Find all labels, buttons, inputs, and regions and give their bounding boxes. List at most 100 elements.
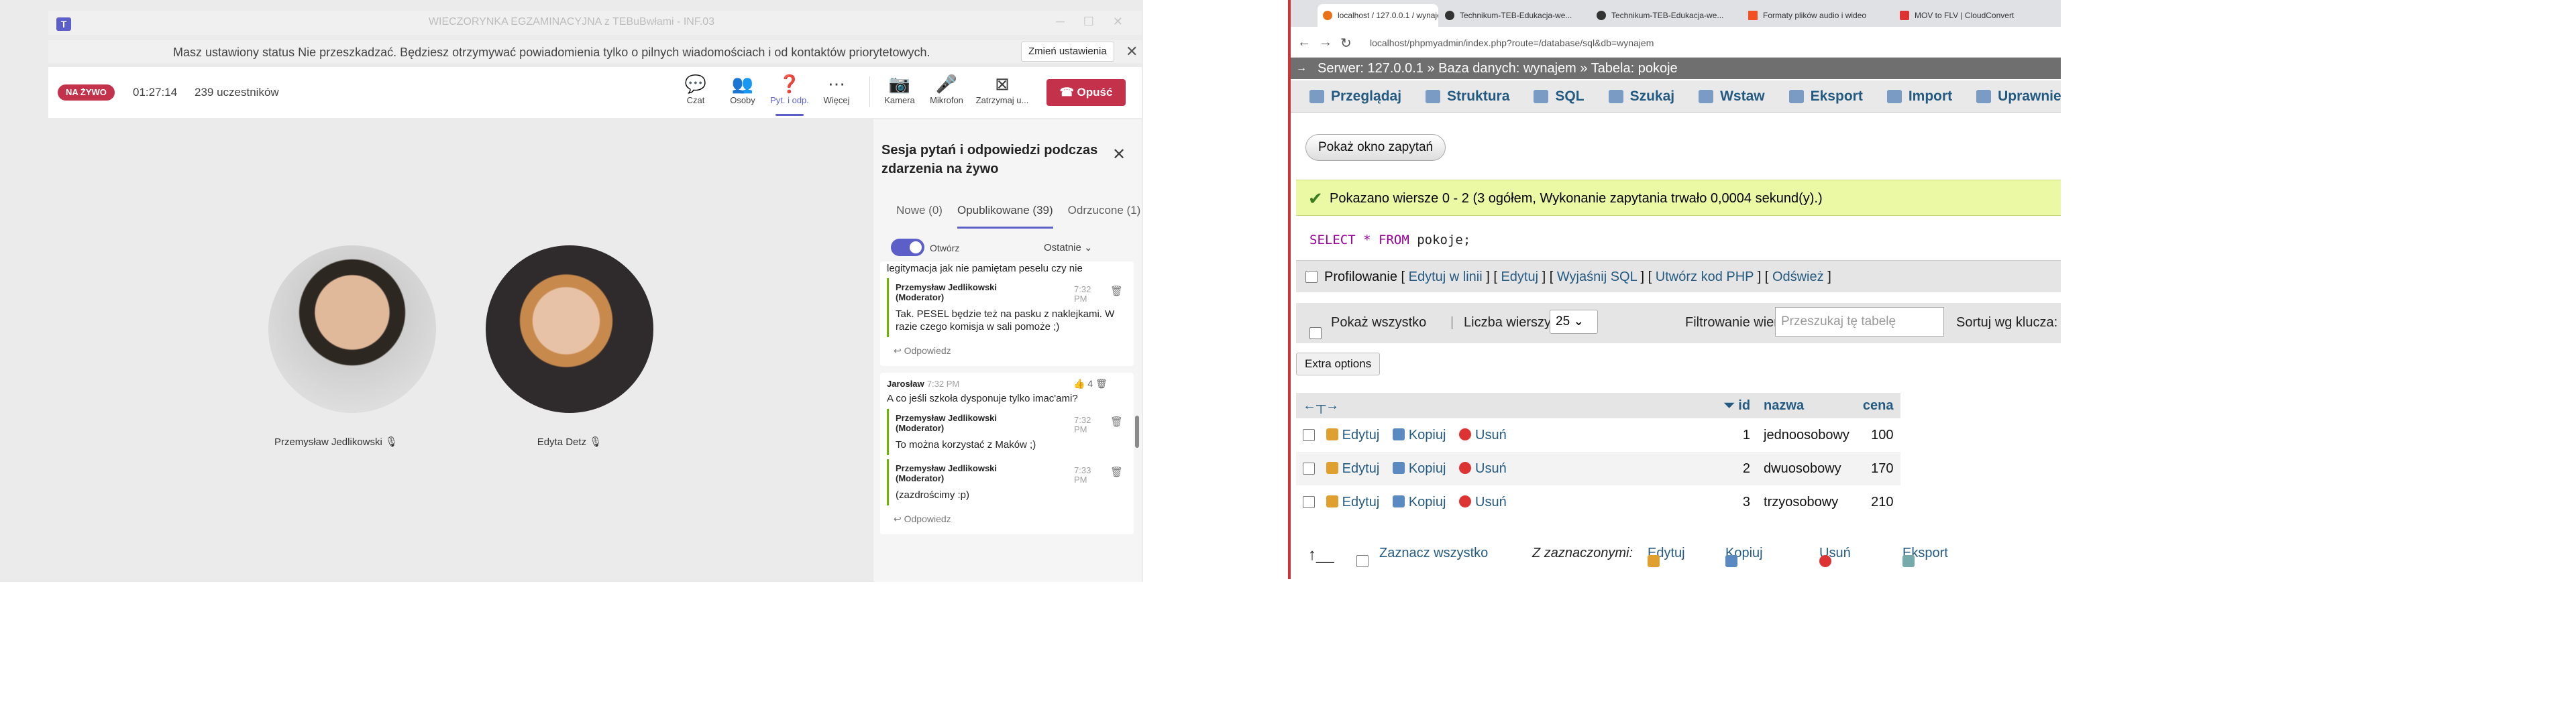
browser-tab[interactable]: Formaty plików audio i wideo — [1743, 4, 1893, 27]
leave-button[interactable]: ☎ Opuść — [1046, 79, 1126, 106]
breadcrumb-table[interactable]: Tabela: pokoje — [1591, 61, 1678, 76]
tab-export[interactable]: Eksport — [1777, 80, 1875, 112]
open-toggle[interactable] — [891, 239, 924, 256]
camera-label: Kamera — [884, 95, 915, 105]
row-actions: Edytuj Kopiuj Usuń — [1296, 452, 1523, 485]
browser-tab[interactable]: localhost / 127.0.0.1 / wynajem — [1318, 4, 1438, 27]
stop-share-icon: ⊠ — [995, 74, 1010, 94]
with-selected-label: Z zaznaczonymi: — [1532, 546, 1633, 560]
breadcrumb-server[interactable]: Serwer: 127.0.0.1 — [1318, 61, 1424, 76]
tab-sql[interactable]: SQL — [1521, 80, 1596, 112]
delete-row-link[interactable]: Usuń — [1459, 428, 1507, 442]
trash-icon[interactable]: 🗑 — [1095, 378, 1108, 389]
qa-button[interactable]: ❓ Pyt. i odp. — [766, 72, 813, 116]
open-label: Otwórz — [930, 243, 960, 253]
more-button[interactable]: ⋯ Więcej — [813, 72, 860, 105]
close-icon[interactable]: ✕ — [1112, 145, 1126, 164]
reply-link[interactable]: ↩ Odpowiedz — [887, 509, 1127, 529]
divider: | — [1450, 315, 1454, 330]
minimize-icon[interactable]: ─ — [1056, 15, 1065, 29]
change-settings-button[interactable]: Zmień ustawienia — [1021, 42, 1114, 62]
column-nav-arrows[interactable]: ←┬→ — [1296, 393, 1523, 418]
people-button[interactable]: 👥 Osoby — [719, 72, 766, 105]
rows-select[interactable]: 25 ⌄ — [1550, 310, 1598, 334]
select-all-link[interactable]: Zaznacz wszystko — [1379, 546, 1488, 561]
forward-icon[interactable]: → — [1319, 35, 1332, 50]
url-input[interactable]: localhost/phpmyadmin/index.php?route=/da… — [1370, 38, 1654, 48]
browser-tab[interactable]: Technikum-TEB-Edukacja-we... — [1591, 4, 1741, 27]
scrollbar[interactable] — [1135, 416, 1139, 448]
tab-rejected[interactable]: Odrzucone (1) — [1068, 204, 1141, 217]
row-actions: Edytuj Kopiuj Usuń — [1296, 485, 1523, 519]
breadcrumb-db[interactable]: Baza danych: wynajem — [1438, 61, 1576, 76]
tab-structure[interactable]: Struktura — [1413, 80, 1521, 112]
delete-row-link[interactable]: Usuń — [1459, 461, 1507, 476]
table-row: Edytuj Kopiuj Usuń 1 jednoosobowy 100 — [1296, 418, 1900, 452]
edit-link[interactable]: Edytuj — [1501, 269, 1538, 284]
delete-icon — [1459, 461, 1471, 474]
browser-tab-title: Technikum-TEB-Edukacja-we... — [1460, 11, 1572, 20]
sort-icon: ⏷ — [1723, 398, 1739, 413]
delete-row-link[interactable]: Usuń — [1459, 495, 1507, 509]
browser-tab-title: localhost / 127.0.0.1 / wynajem — [1338, 11, 1438, 20]
chat-button[interactable]: 💬 Czat — [672, 72, 719, 105]
browser-tab[interactable]: MOV to FLV | CloudConvert — [1894, 4, 2045, 27]
copy-row-link[interactable]: Kopiuj — [1392, 461, 1446, 476]
edit-row-link[interactable]: Edytuj — [1326, 461, 1379, 476]
row-checkbox[interactable] — [1303, 429, 1315, 442]
reload-icon[interactable]: ↻ — [1340, 35, 1352, 52]
maximize-icon[interactable]: ☐ — [1083, 15, 1094, 29]
column-header-cena[interactable]: cena — [1856, 393, 1900, 418]
tab-new[interactable]: Nowe (0) — [896, 204, 943, 217]
trash-icon[interactable]: 🗑 — [1110, 416, 1123, 428]
checkbox[interactable] — [1356, 555, 1368, 567]
bulk-delete-link[interactable]: Usuń — [1819, 546, 1851, 567]
insert-icon — [1699, 89, 1714, 103]
like-button[interactable]: 👍 4 🗑 — [1073, 378, 1108, 389]
back-icon[interactable]: ← — [1297, 35, 1311, 50]
collapse-arrow-icon[interactable]: → — [1296, 58, 1307, 79]
reply-link[interactable]: ↩ Odpowiedz — [887, 341, 1127, 361]
row-checkbox[interactable] — [1303, 463, 1315, 475]
tab-published[interactable]: Opublikowane (39) — [957, 204, 1053, 229]
bulk-edit-link[interactable]: Edytuj — [1648, 546, 1685, 567]
filter-input[interactable]: Przeszukaj tę tabelę — [1775, 307, 1944, 337]
pencil-icon — [1648, 555, 1660, 567]
profiling-checkbox[interactable] — [1305, 271, 1318, 283]
tab-insert[interactable]: Wstaw — [1686, 80, 1777, 112]
checkbox[interactable] — [1309, 327, 1322, 339]
tab-search[interactable]: Szukaj — [1597, 80, 1687, 112]
edit-inline-link[interactable]: Edytuj w linii — [1409, 269, 1483, 284]
browser-tab[interactable]: Technikum-TEB-Edukacja-we... — [1440, 4, 1590, 27]
create-php-link[interactable]: Utwórz kod PHP — [1656, 269, 1754, 284]
sql-keyword: FROM — [1379, 233, 1409, 247]
banner-close-icon[interactable]: ✕ — [1126, 43, 1138, 60]
bulk-export-link[interactable]: Eksport — [1902, 546, 1948, 567]
copy-row-link[interactable]: Kopiuj — [1392, 495, 1446, 509]
bulk-copy-link[interactable]: Kopiuj — [1725, 546, 1763, 567]
explain-sql-link[interactable]: Wyjaśnij SQL — [1557, 269, 1637, 284]
bulk-actions-bar: ↑__ Zaznacz wszystko Z zaznaczonymi: Edy… — [1296, 536, 2061, 570]
tab-import[interactable]: Import — [1875, 80, 1964, 112]
show-query-window-button[interactable]: Pokaż okno zapytań — [1305, 134, 1446, 161]
sort-dropdown[interactable]: Ostatnie ⌄ — [1044, 241, 1093, 253]
edit-row-link[interactable]: Edytuj — [1326, 495, 1379, 509]
copy-row-link[interactable]: Kopiuj — [1392, 428, 1446, 442]
avatar — [486, 245, 653, 413]
trash-icon[interactable]: 🗑 — [1110, 466, 1123, 478]
stop-sharing-button[interactable]: ⊠ Zatrzymaj u... — [974, 72, 1030, 105]
trash-icon[interactable]: 🗑 — [1110, 285, 1123, 297]
column-header-id[interactable]: ⏷ id — [1522, 393, 1758, 418]
column-header-nazwa[interactable]: nazwa — [1757, 393, 1856, 418]
close-icon[interactable]: ✕ — [1113, 15, 1123, 29]
tab-privileges[interactable]: Uprawnienia — [1964, 80, 2061, 112]
camera-button[interactable]: 📷 Kamera — [876, 72, 923, 105]
refresh-link[interactable]: Odśwież — [1772, 269, 1824, 284]
navigation-bar: Pokaż wszystko | Liczba wierszy: Filtrow… — [1296, 303, 2061, 343]
row-checkbox[interactable] — [1303, 496, 1315, 509]
copy-icon — [1392, 495, 1405, 507]
mic-button[interactable]: 🎤 Mikrofon — [923, 72, 970, 105]
extra-options-button[interactable]: Extra options — [1296, 353, 1381, 375]
edit-row-link[interactable]: Edytuj — [1326, 428, 1379, 442]
tab-browse[interactable]: Przeglądaj — [1297, 80, 1413, 112]
